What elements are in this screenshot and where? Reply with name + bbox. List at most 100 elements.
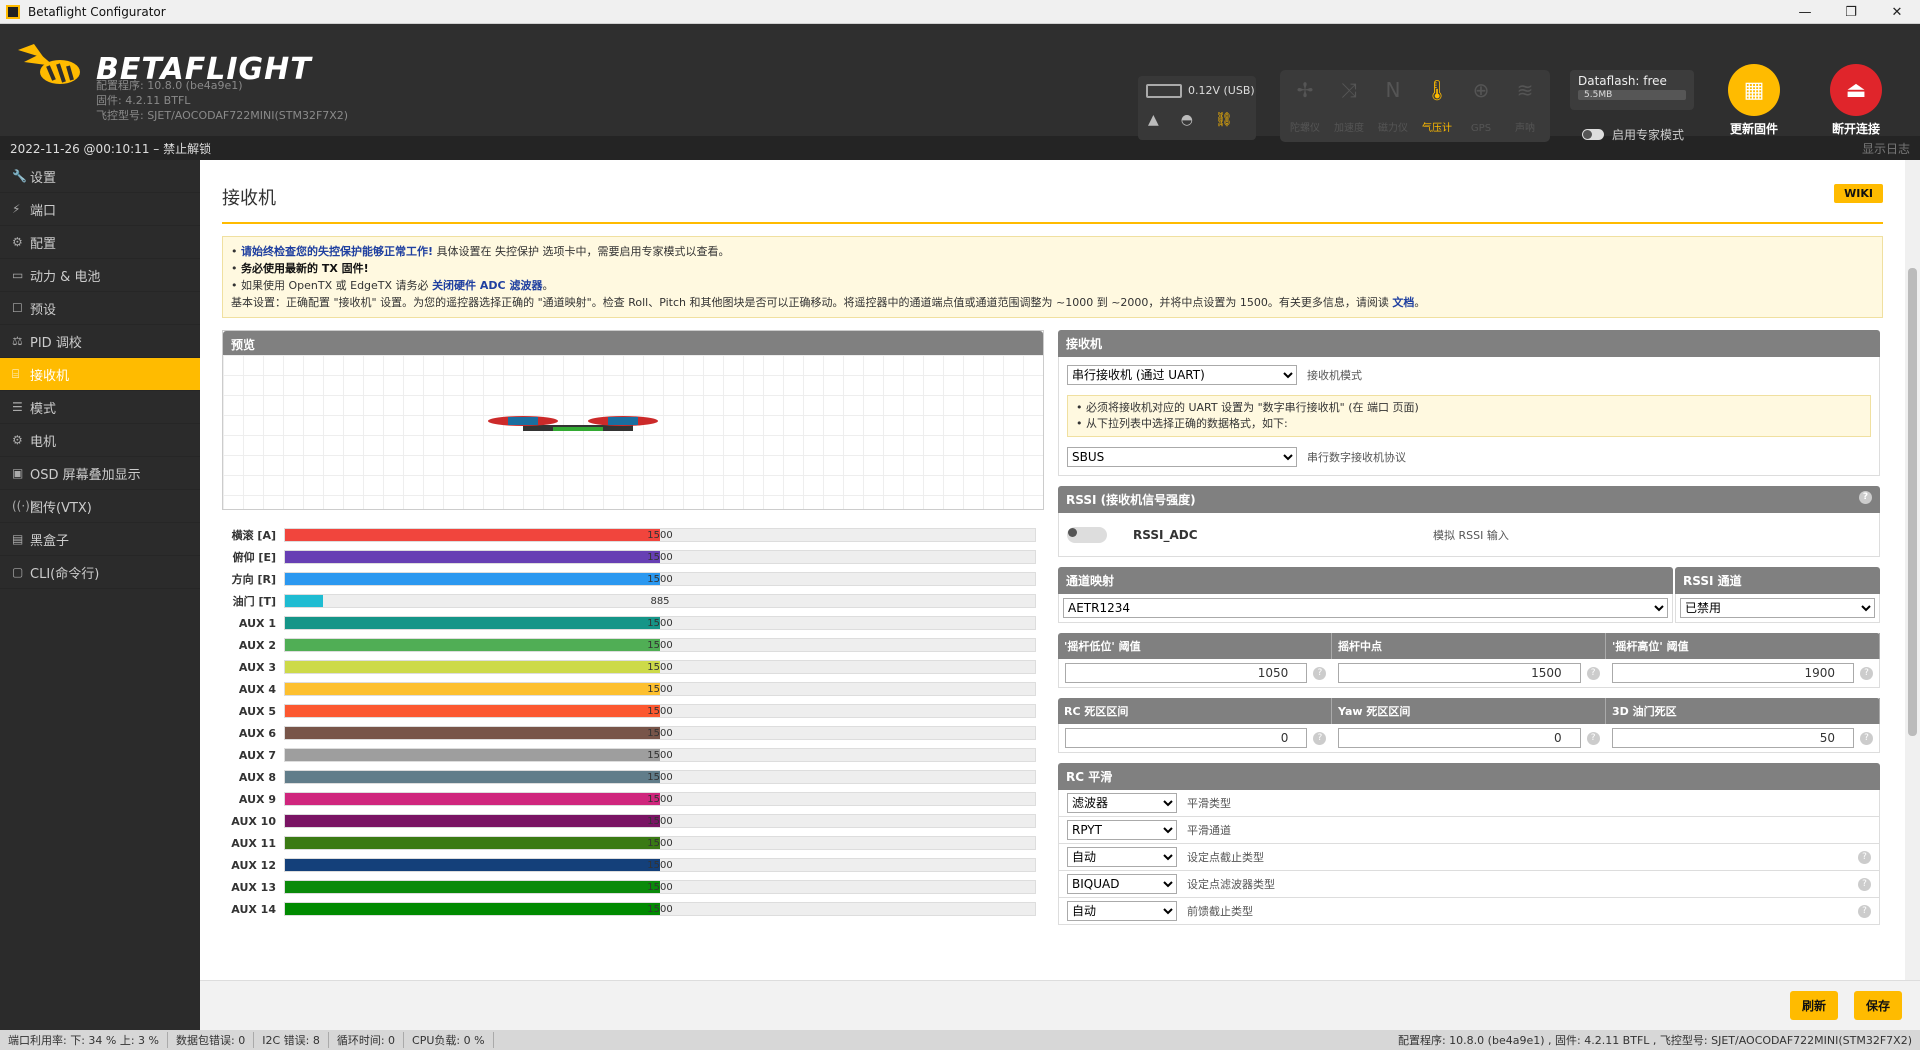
gps-icon: ⊕ [1472,78,1490,102]
help-icon[interactable]: ? [1858,877,1871,891]
maximize-button[interactable]: ❐ [1828,0,1874,24]
battery-icon: ▭ [12,268,24,282]
sidebar-item-osd[interactable]: ▣ OSD 屏幕叠加显示 [0,457,200,490]
help-icon[interactable]: ? [1586,731,1600,745]
dataflash-title: Dataflash: free [1578,74,1667,88]
expert-mode[interactable]: 启用专家模式 [1582,126,1684,143]
expert-mode-toggle[interactable] [1582,129,1604,140]
sidebar-item-modes[interactable]: ☰ 模式 [0,391,200,424]
help-icon[interactable]: ? [1586,666,1600,680]
note-failsafe-text: 具体设置在 失控保护 选项卡中，需要启用专家模式以查看。 [433,245,730,258]
rssi-channel-title: RSSI 通道 [1675,567,1880,594]
sidebar-item-label: PID 调校 [30,335,82,351]
channel-row: AUX 1 1500 [222,612,1044,634]
disconnect-button[interactable]: ⏏ 断开连接 [1816,64,1896,137]
battery-voltage: 0.12V (USB) [1188,84,1255,97]
show-log-link[interactable]: 显示日志 [1862,140,1910,157]
sidebar-item-gear[interactable]: ⚙ 配置 [0,226,200,259]
close-button[interactable]: ✕ [1874,0,1920,24]
smoothing-select[interactable]: BIQUAD [1067,874,1177,894]
i2c-errors: I2C 错误: 8 [254,1032,329,1048]
channel-bar: 1500 [284,572,1036,586]
receiver-panel: 串行接收机 (通过 UART) 接收机模式 • 必须将接收机对应的 UART 设… [1058,357,1880,476]
help-icon[interactable]: ? [1313,666,1327,680]
scrollbar-thumb[interactable] [1908,268,1917,736]
channel-bar: 1500 [284,902,1036,916]
channel-row: AUX 14 1500 [222,898,1044,920]
channel-label: AUX 9 [238,792,276,806]
mag-icon: N [1385,78,1401,102]
channel-bar: 1500 [284,792,1036,806]
channel-map-select[interactable]: AETR1234 [1063,598,1668,618]
channel-row: AUX 3 1500 [222,656,1044,678]
channel-value: 1500 [647,882,673,893]
serial-protocol-select[interactable]: SBUS [1067,447,1297,467]
channel-label: 油门 [T] [232,595,276,608]
rc-deadband-input[interactable]: 0 [1065,728,1308,748]
sidebar-item-vtx[interactable]: ((·)) 图传(VTX) [0,490,200,523]
help-icon[interactable]: ? [1859,666,1873,680]
throttle-3d-deadband-title: 3D 油门死区 [1606,698,1880,724]
warning-line-1: • 必须将接收机对应的 UART 设置为 "数字串行接收机" (在 端口 页面) [1076,401,1419,414]
docs-link[interactable]: 文档 [1392,296,1414,309]
rc-deadband-title: RC 死区区间 [1058,698,1332,724]
gear-icon: ⚙ [12,235,23,249]
smoothing-select[interactable]: 自动 [1067,901,1177,921]
receiver-mode-select[interactable]: 串行接收机 (通过 UART) [1067,365,1297,385]
sidebar-item-wrench[interactable]: 🔧 设置 [0,160,200,193]
help-icon[interactable]: ? [1858,904,1871,918]
wiki-button[interactable]: WIKI [1834,184,1883,203]
model-preview[interactable] [223,355,1043,509]
smoothing-select[interactable]: RPYT [1067,820,1177,840]
warning-icon: ▲ [1148,112,1159,128]
help-icon[interactable]: ? [1313,731,1327,745]
sidebar-item-pid[interactable]: ⚖ PID 调校 [0,325,200,358]
channel-row: AUX 7 1500 [222,744,1044,766]
yaw-deadband-input[interactable]: 0 [1338,728,1581,748]
smoothing-row: BIQUAD 设定点滤波器类型 ? [1058,871,1880,898]
configurator-version: 配置程序: 10.8.0 (be4a9e1) [96,79,243,92]
smoothing-select[interactable]: 滤波器 [1067,793,1177,813]
sidebar-item-receiver[interactable]: ⌸ 接收机 [0,358,200,391]
help-icon[interactable]: ? [1859,491,1872,504]
help-icon[interactable]: ? [1858,850,1871,864]
sidebar-item-battery[interactable]: ▭ 动力 & 电池 [0,259,200,292]
smoothing-select[interactable]: 自动 [1067,847,1177,867]
sidebar-item-blackbox[interactable]: ▤ 黑盒子 [0,523,200,556]
sidebar-item-preset[interactable]: ☐ 预设 [0,292,200,325]
channel-value: 885 [650,596,670,607]
motor-icon: ⚙ [12,433,23,447]
rssi-channel-select[interactable]: 已禁用 [1680,598,1875,618]
main-scrollbar[interactable] [1905,160,1920,980]
smoothing-row: 自动 前馈截止类型 ? [1058,898,1880,925]
channel-label: 俯仰 [E] [232,551,276,564]
adc-filter-link[interactable]: 关闭硬件 ADC 滤波器 [432,279,542,292]
channel-bar: 1500 [284,638,1036,652]
stick-high-input[interactable]: 1900 [1611,663,1854,683]
minimize-button[interactable]: — [1782,0,1828,24]
update-firmware-button[interactable]: ▦ 更新固件 [1714,64,1794,137]
sidebar-item-label: 电机 [30,434,57,450]
channel-row: AUX 12 1500 [222,854,1044,876]
preview-panel: 预览 [222,330,1044,510]
channel-value: 1500 [647,838,673,849]
refresh-button[interactable]: 刷新 [1790,991,1839,1020]
sidebar-item-cli[interactable]: ▢ CLI(命令行) [0,556,200,589]
save-button[interactable]: 保存 [1854,991,1903,1020]
stick-low-input[interactable]: 1050 [1065,663,1308,683]
baro-icon: 🌡 [1424,78,1450,102]
channel-row: 俯仰 [E] 1500 [222,546,1044,568]
rssi-adc-toggle[interactable] [1067,526,1107,543]
stick-center-input[interactable]: 1500 [1338,663,1581,683]
rssi-adc-desc: 模拟 RSSI 输入 [1433,528,1509,542]
smoothing-label: 平滑类型 [1187,797,1231,810]
app-header: BETAFLIGHT 配置程序: 10.8.0 (be4a9e1) 固件: 4.… [0,24,1920,142]
channel-label: AUX 3 [238,660,276,674]
channel-bar: 1500 [284,748,1036,762]
help-icon[interactable]: ? [1859,731,1873,745]
sidebar-item-plug[interactable]: ⚡ 端口 [0,193,200,226]
sidebar-item-label: 图传(VTX) [30,500,92,516]
channel-map-title: 通道映射 [1058,567,1673,594]
throttle-3d-deadband-input[interactable]: 50 [1611,728,1854,748]
sidebar-item-motor[interactable]: ⚙ 电机 [0,424,200,457]
